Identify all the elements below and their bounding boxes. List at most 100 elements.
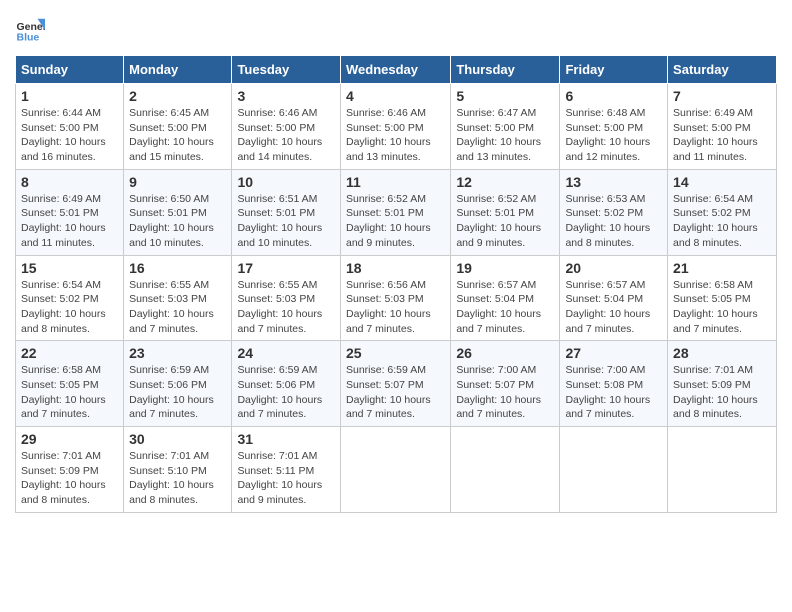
day-info: Sunrise: 6:44 AM Sunset: 5:00 PM Dayligh… xyxy=(21,106,118,165)
calendar-cell: 9 Sunrise: 6:50 AM Sunset: 5:01 PM Dayli… xyxy=(124,169,232,255)
day-info: Sunrise: 6:52 AM Sunset: 5:01 PM Dayligh… xyxy=(456,192,554,251)
day-info: Sunrise: 7:00 AM Sunset: 5:07 PM Dayligh… xyxy=(456,363,554,422)
day-number: 12 xyxy=(456,174,554,190)
day-info: Sunrise: 6:45 AM Sunset: 5:00 PM Dayligh… xyxy=(129,106,226,165)
calendar-cell: 10 Sunrise: 6:51 AM Sunset: 5:01 PM Dayl… xyxy=(232,169,341,255)
day-number: 2 xyxy=(129,88,226,104)
day-info: Sunrise: 7:01 AM Sunset: 5:09 PM Dayligh… xyxy=(673,363,771,422)
day-info: Sunrise: 6:59 AM Sunset: 5:07 PM Dayligh… xyxy=(346,363,445,422)
day-number: 13 xyxy=(565,174,662,190)
calendar-cell: 5 Sunrise: 6:47 AM Sunset: 5:00 PM Dayli… xyxy=(451,84,560,170)
calendar-cell: 22 Sunrise: 6:58 AM Sunset: 5:05 PM Dayl… xyxy=(16,341,124,427)
day-info: Sunrise: 7:01 AM Sunset: 5:10 PM Dayligh… xyxy=(129,449,226,508)
calendar-cell: 1 Sunrise: 6:44 AM Sunset: 5:00 PM Dayli… xyxy=(16,84,124,170)
calendar-cell: 29 Sunrise: 7:01 AM Sunset: 5:09 PM Dayl… xyxy=(16,427,124,513)
day-info: Sunrise: 6:58 AM Sunset: 5:05 PM Dayligh… xyxy=(21,363,118,422)
calendar-cell: 14 Sunrise: 6:54 AM Sunset: 5:02 PM Dayl… xyxy=(668,169,777,255)
day-number: 3 xyxy=(237,88,335,104)
calendar-cell: 30 Sunrise: 7:01 AM Sunset: 5:10 PM Dayl… xyxy=(124,427,232,513)
calendar-week-row: 29 Sunrise: 7:01 AM Sunset: 5:09 PM Dayl… xyxy=(16,427,777,513)
day-number: 31 xyxy=(237,431,335,447)
day-header-saturday: Saturday xyxy=(668,56,777,84)
calendar-cell xyxy=(668,427,777,513)
day-number: 7 xyxy=(673,88,771,104)
day-info: Sunrise: 7:01 AM Sunset: 5:09 PM Dayligh… xyxy=(21,449,118,508)
day-number: 27 xyxy=(565,345,662,361)
day-number: 6 xyxy=(565,88,662,104)
day-number: 18 xyxy=(346,260,445,276)
logo: General Blue xyxy=(15,15,48,45)
day-header-wednesday: Wednesday xyxy=(340,56,450,84)
day-number: 21 xyxy=(673,260,771,276)
day-number: 26 xyxy=(456,345,554,361)
day-number: 17 xyxy=(237,260,335,276)
svg-text:Blue: Blue xyxy=(17,32,40,44)
day-number: 15 xyxy=(21,260,118,276)
calendar-cell: 18 Sunrise: 6:56 AM Sunset: 5:03 PM Dayl… xyxy=(340,255,450,341)
day-info: Sunrise: 6:54 AM Sunset: 5:02 PM Dayligh… xyxy=(21,278,118,337)
day-number: 10 xyxy=(237,174,335,190)
day-info: Sunrise: 6:52 AM Sunset: 5:01 PM Dayligh… xyxy=(346,192,445,251)
day-info: Sunrise: 6:59 AM Sunset: 5:06 PM Dayligh… xyxy=(237,363,335,422)
calendar-cell: 27 Sunrise: 7:00 AM Sunset: 5:08 PM Dayl… xyxy=(560,341,668,427)
calendar-week-row: 1 Sunrise: 6:44 AM Sunset: 5:00 PM Dayli… xyxy=(16,84,777,170)
calendar-cell: 17 Sunrise: 6:55 AM Sunset: 5:03 PM Dayl… xyxy=(232,255,341,341)
calendar-cell: 3 Sunrise: 6:46 AM Sunset: 5:00 PM Dayli… xyxy=(232,84,341,170)
calendar-cell: 23 Sunrise: 6:59 AM Sunset: 5:06 PM Dayl… xyxy=(124,341,232,427)
calendar-cell: 25 Sunrise: 6:59 AM Sunset: 5:07 PM Dayl… xyxy=(340,341,450,427)
day-info: Sunrise: 6:49 AM Sunset: 5:00 PM Dayligh… xyxy=(673,106,771,165)
calendar-cell xyxy=(560,427,668,513)
day-info: Sunrise: 6:46 AM Sunset: 5:00 PM Dayligh… xyxy=(237,106,335,165)
day-number: 1 xyxy=(21,88,118,104)
day-info: Sunrise: 7:00 AM Sunset: 5:08 PM Dayligh… xyxy=(565,363,662,422)
calendar-cell: 2 Sunrise: 6:45 AM Sunset: 5:00 PM Dayli… xyxy=(124,84,232,170)
day-info: Sunrise: 6:55 AM Sunset: 5:03 PM Dayligh… xyxy=(129,278,226,337)
day-number: 30 xyxy=(129,431,226,447)
day-header-friday: Friday xyxy=(560,56,668,84)
day-number: 11 xyxy=(346,174,445,190)
calendar-header-row: SundayMondayTuesdayWednesdayThursdayFrid… xyxy=(16,56,777,84)
day-number: 5 xyxy=(456,88,554,104)
day-info: Sunrise: 6:57 AM Sunset: 5:04 PM Dayligh… xyxy=(565,278,662,337)
day-number: 28 xyxy=(673,345,771,361)
day-info: Sunrise: 6:54 AM Sunset: 5:02 PM Dayligh… xyxy=(673,192,771,251)
calendar-cell: 8 Sunrise: 6:49 AM Sunset: 5:01 PM Dayli… xyxy=(16,169,124,255)
calendar-table: SundayMondayTuesdayWednesdayThursdayFrid… xyxy=(15,55,777,513)
header: General Blue xyxy=(15,15,777,45)
day-info: Sunrise: 6:46 AM Sunset: 5:00 PM Dayligh… xyxy=(346,106,445,165)
calendar-cell: 24 Sunrise: 6:59 AM Sunset: 5:06 PM Dayl… xyxy=(232,341,341,427)
day-info: Sunrise: 6:50 AM Sunset: 5:01 PM Dayligh… xyxy=(129,192,226,251)
calendar-cell: 15 Sunrise: 6:54 AM Sunset: 5:02 PM Dayl… xyxy=(16,255,124,341)
day-number: 19 xyxy=(456,260,554,276)
day-info: Sunrise: 7:01 AM Sunset: 5:11 PM Dayligh… xyxy=(237,449,335,508)
day-info: Sunrise: 6:59 AM Sunset: 5:06 PM Dayligh… xyxy=(129,363,226,422)
calendar-cell: 12 Sunrise: 6:52 AM Sunset: 5:01 PM Dayl… xyxy=(451,169,560,255)
day-info: Sunrise: 6:58 AM Sunset: 5:05 PM Dayligh… xyxy=(673,278,771,337)
day-info: Sunrise: 6:51 AM Sunset: 5:01 PM Dayligh… xyxy=(237,192,335,251)
calendar-cell: 6 Sunrise: 6:48 AM Sunset: 5:00 PM Dayli… xyxy=(560,84,668,170)
calendar-cell: 4 Sunrise: 6:46 AM Sunset: 5:00 PM Dayli… xyxy=(340,84,450,170)
day-number: 4 xyxy=(346,88,445,104)
day-number: 16 xyxy=(129,260,226,276)
calendar-cell: 20 Sunrise: 6:57 AM Sunset: 5:04 PM Dayl… xyxy=(560,255,668,341)
day-info: Sunrise: 6:49 AM Sunset: 5:01 PM Dayligh… xyxy=(21,192,118,251)
calendar-cell: 19 Sunrise: 6:57 AM Sunset: 5:04 PM Dayl… xyxy=(451,255,560,341)
day-info: Sunrise: 6:47 AM Sunset: 5:00 PM Dayligh… xyxy=(456,106,554,165)
calendar-week-row: 15 Sunrise: 6:54 AM Sunset: 5:02 PM Dayl… xyxy=(16,255,777,341)
calendar-week-row: 22 Sunrise: 6:58 AM Sunset: 5:05 PM Dayl… xyxy=(16,341,777,427)
day-info: Sunrise: 6:53 AM Sunset: 5:02 PM Dayligh… xyxy=(565,192,662,251)
day-header-tuesday: Tuesday xyxy=(232,56,341,84)
calendar-week-row: 8 Sunrise: 6:49 AM Sunset: 5:01 PM Dayli… xyxy=(16,169,777,255)
calendar-cell: 31 Sunrise: 7:01 AM Sunset: 5:11 PM Dayl… xyxy=(232,427,341,513)
calendar-cell: 26 Sunrise: 7:00 AM Sunset: 5:07 PM Dayl… xyxy=(451,341,560,427)
day-number: 9 xyxy=(129,174,226,190)
calendar-cell: 11 Sunrise: 6:52 AM Sunset: 5:01 PM Dayl… xyxy=(340,169,450,255)
calendar-cell xyxy=(340,427,450,513)
day-number: 25 xyxy=(346,345,445,361)
day-number: 29 xyxy=(21,431,118,447)
calendar-cell: 28 Sunrise: 7:01 AM Sunset: 5:09 PM Dayl… xyxy=(668,341,777,427)
calendar-cell xyxy=(451,427,560,513)
day-number: 8 xyxy=(21,174,118,190)
day-number: 24 xyxy=(237,345,335,361)
day-number: 23 xyxy=(129,345,226,361)
